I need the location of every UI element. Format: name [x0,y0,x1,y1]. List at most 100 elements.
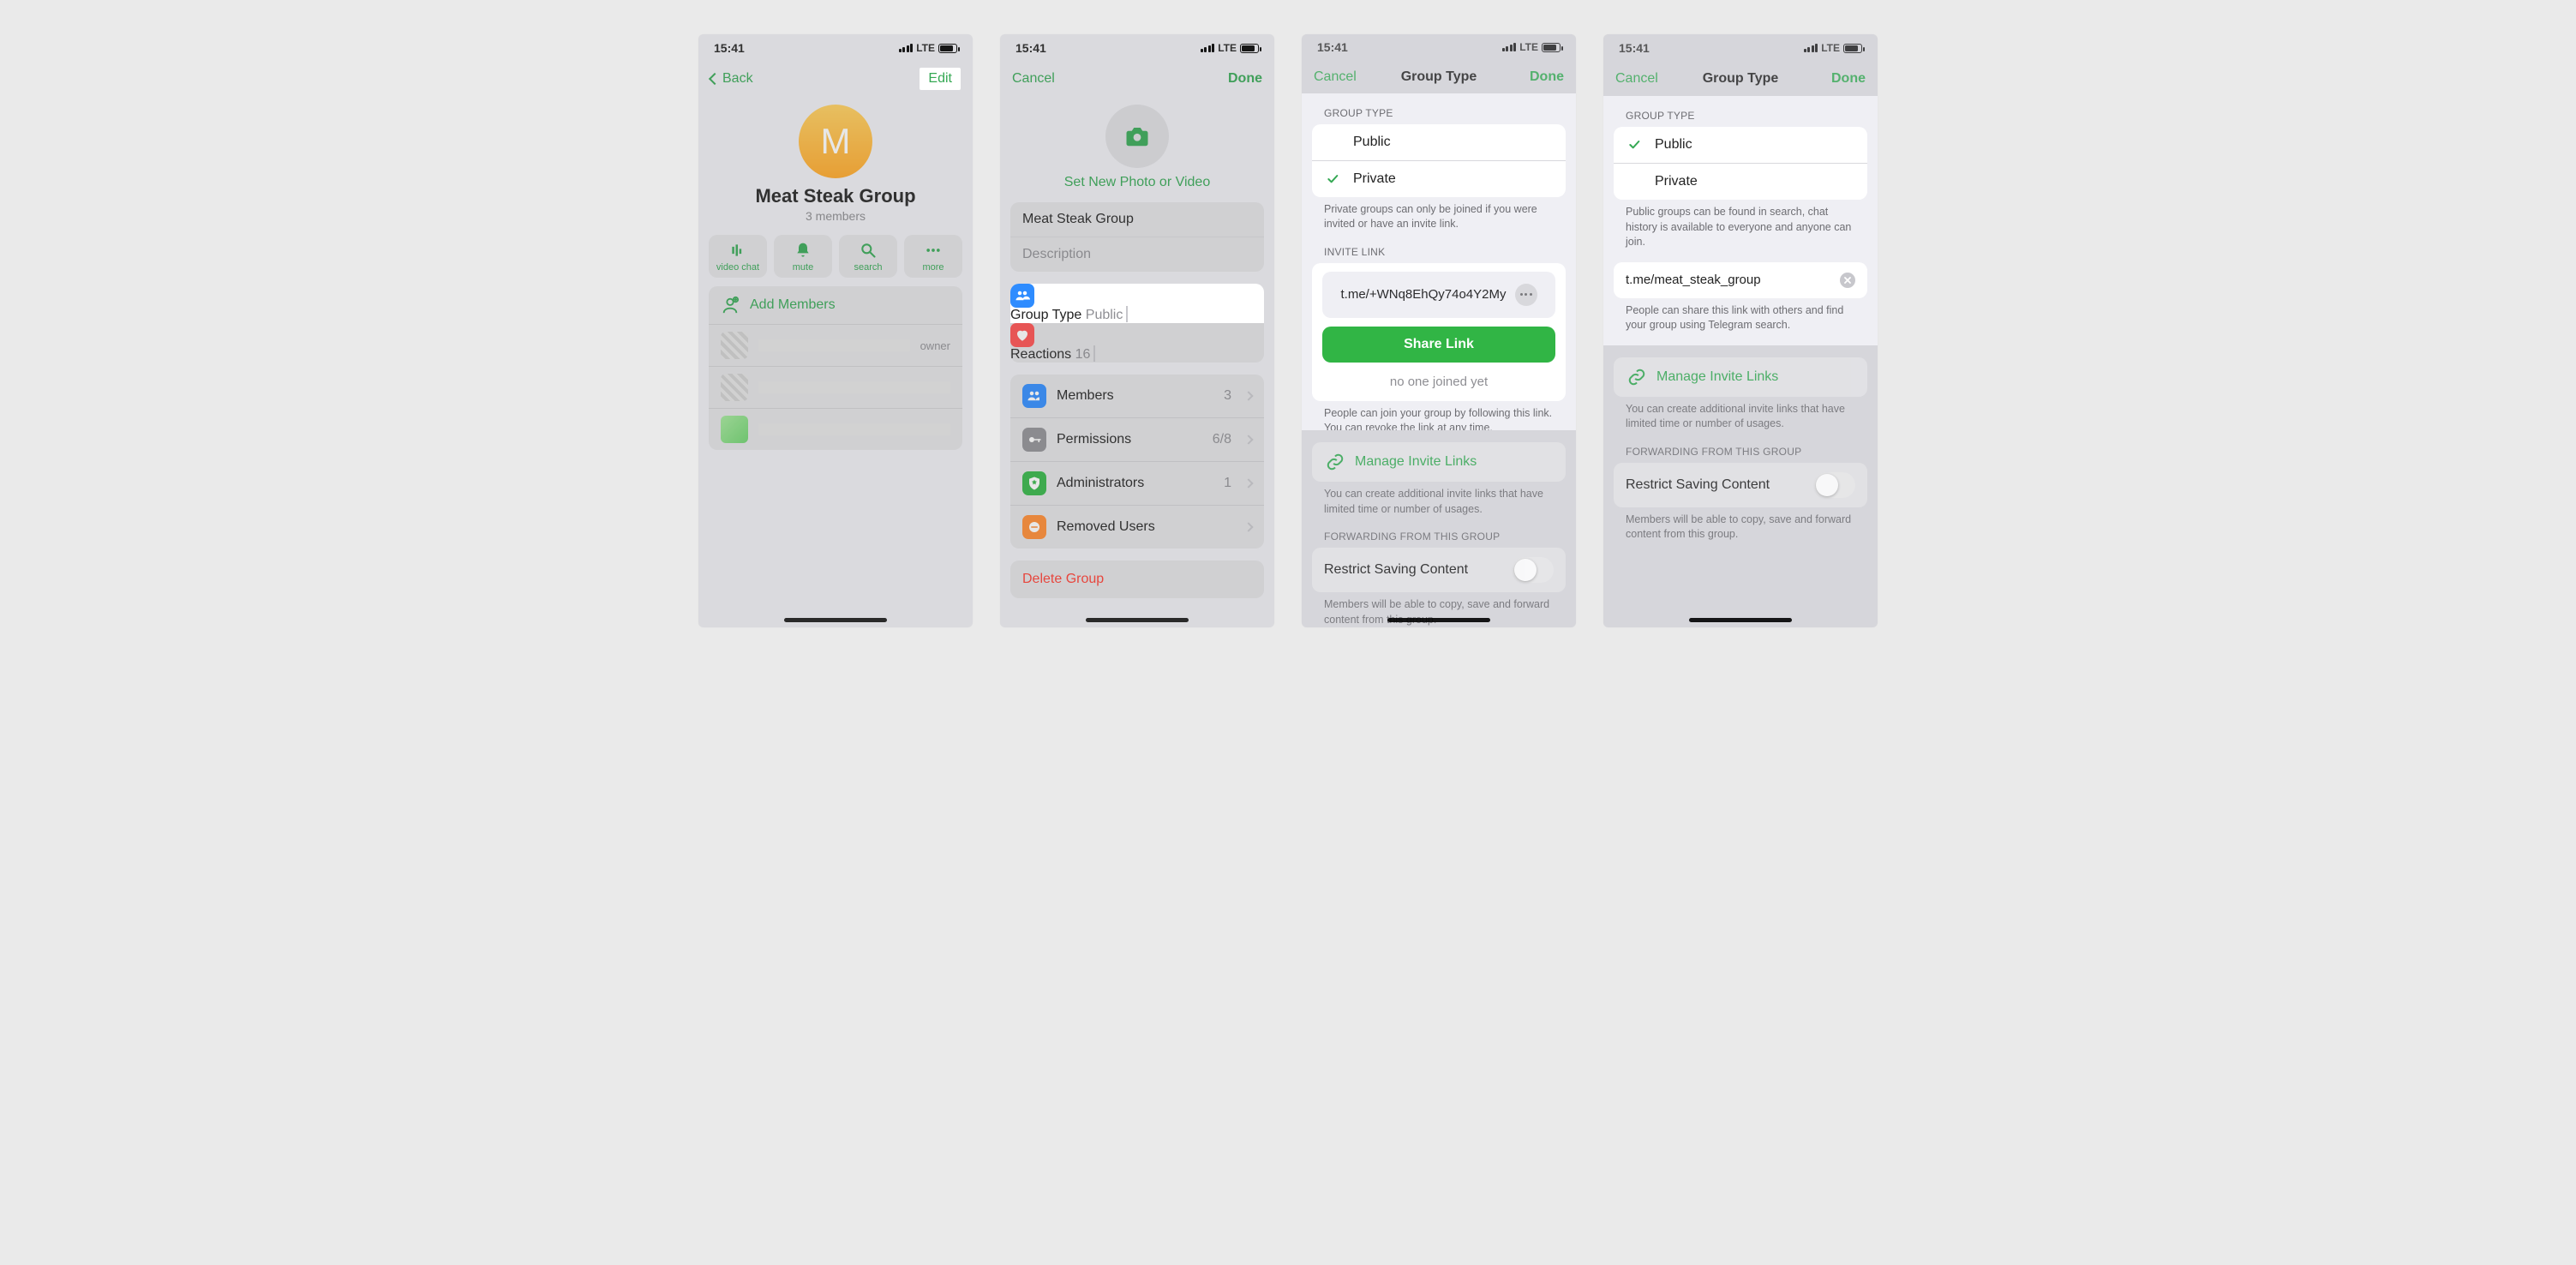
cancel-button[interactable]: Cancel [1314,69,1357,85]
private-label: Private [1655,174,1855,189]
public-link-input[interactable]: t.me/meat_steak_group [1614,262,1867,298]
group-type-row[interactable]: Group Type Public [1010,284,1264,323]
dimmed-lower: Manage Invite Links You can create addit… [1603,345,1878,543]
delete-group-button[interactable]: Delete Group [1010,561,1264,598]
member-row[interactable] [709,408,962,450]
group-type-options: Public Private [1614,127,1867,200]
signal-icon [1502,43,1517,51]
navbar: Back Edit [698,62,973,96]
private-option[interactable]: Private [1614,163,1867,200]
group-type-value: Public [1086,308,1123,322]
highlighted-content: GROUP TYPE Public Private Private groups… [1302,93,1576,430]
home-indicator[interactable] [1086,618,1189,622]
done-button[interactable]: Done [1228,71,1262,87]
manage-links-row[interactable]: Manage Invite Links [1312,442,1566,482]
restrict-toggle[interactable] [1513,557,1554,583]
section-label-forwarding: FORWARDING FROM THIS GROUP [1603,432,1878,463]
group-icon [1010,284,1034,308]
member-row[interactable]: owner [709,324,962,366]
battery-icon [1843,44,1862,53]
invite-link-card: t.me/+WNq8EhQy74o4Y2My Share Link no one… [1312,263,1566,401]
link-icon [1326,453,1345,471]
group-name-value: Meat Steak Group [1022,212,1134,226]
group-type-label: Group Type [1010,308,1081,322]
done-button[interactable]: Done [1530,69,1564,85]
chevron-right-icon [1243,522,1253,531]
group-name-input[interactable]: Meat Steak Group [1010,202,1264,237]
public-option[interactable]: Public [1312,124,1566,160]
check-icon [1324,172,1341,186]
section-label-forwarding: FORWARDING FROM THIS GROUP [1302,517,1576,548]
link-more-button[interactable] [1515,284,1537,306]
camera-icon [1124,123,1150,149]
invite-link-box[interactable]: t.me/+WNq8EhQy74o4Y2My [1322,272,1555,318]
more-button[interactable]: more [904,235,962,278]
photo-placeholder[interactable] [1105,105,1169,168]
signal-icon [899,44,914,52]
invite-link-text: t.me/+WNq8EhQy74o4Y2My [1340,287,1506,302]
link-icon [1627,368,1646,387]
cancel-label: Cancel [1012,71,1055,87]
home-indicator[interactable] [784,618,887,622]
members-section: Add Members owner [709,286,962,450]
private-option[interactable]: Private [1312,160,1566,197]
share-link-button[interactable]: Share Link [1322,327,1555,363]
administrators-row[interactable]: Administrators 1 [1010,461,1264,505]
status-time: 15:41 [1619,41,1650,55]
members-row[interactable]: Members 3 [1010,375,1264,417]
status-net: LTE [1218,42,1237,54]
video-chat-icon [729,242,746,259]
cancel-label: Cancel [1615,71,1658,87]
status-right: LTE [1201,42,1259,54]
more-label: more [922,262,944,273]
group-type-options: Public Private [1312,124,1566,197]
removed-users-label: Removed Users [1057,519,1231,535]
members-icon [1022,384,1046,408]
status-bar: 15:41 LTE [698,34,973,62]
navbar: Cancel Group Type Done [1603,62,1878,96]
cancel-label: Cancel [1314,69,1357,85]
add-members-row[interactable]: Add Members [709,286,962,324]
section-label-group-type: GROUP TYPE [1603,96,1878,127]
permissions-row[interactable]: Permissions 6/8 [1010,417,1264,461]
removed-users-row[interactable]: Removed Users [1010,505,1264,549]
back-button[interactable]: Back [710,71,753,87]
chevron-right-icon [1126,306,1128,322]
public-link-value: t.me/meat_steak_group [1626,273,1831,287]
chevron-right-icon [1093,345,1095,362]
member-avatar [721,374,748,401]
add-members-label: Add Members [750,297,950,313]
done-button[interactable]: Done [1831,71,1866,87]
manage-links-row[interactable]: Manage Invite Links [1614,357,1867,397]
search-button[interactable]: search [839,235,897,278]
member-avatar [721,416,748,443]
reactions-row[interactable]: Reactions 16 [1010,323,1264,363]
edit-button[interactable]: Edit [920,68,961,90]
status-time: 15:41 [1317,40,1348,54]
bell-icon [794,242,812,259]
description-input[interactable]: Description [1010,237,1264,272]
home-indicator[interactable] [1689,618,1792,622]
chevron-right-icon [1243,478,1253,488]
status-bar: 15:41 LTE [1302,34,1576,61]
cancel-button[interactable]: Cancel [1012,71,1055,87]
battery-icon [1240,44,1259,53]
member-row[interactable] [709,366,962,408]
joined-status: no one joined yet [1312,363,1566,398]
done-label: Done [1831,71,1866,87]
cancel-button[interactable]: Cancel [1615,71,1658,87]
members-label: Members [1057,388,1213,404]
restrict-toggle[interactable] [1814,472,1855,498]
status-right: LTE [1502,41,1561,53]
group-subtitle: 3 members [698,209,973,223]
mute-button[interactable]: mute [774,235,832,278]
set-photo-button[interactable]: Set New Photo or Video [1000,175,1274,190]
video-chat-button[interactable]: video chat [709,235,767,278]
status-net: LTE [1519,41,1538,53]
home-indicator[interactable] [1387,618,1490,622]
manage-links-label: Manage Invite Links [1355,454,1477,470]
public-option[interactable]: Public [1614,127,1867,163]
manage-links-label: Manage Invite Links [1656,369,1778,385]
group-avatar[interactable]: M [799,105,872,178]
clear-icon[interactable] [1840,273,1855,288]
